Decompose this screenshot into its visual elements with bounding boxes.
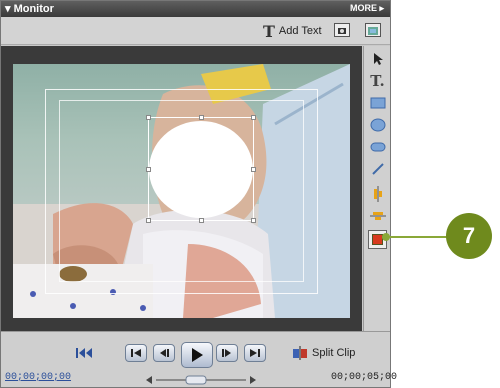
title-bar: ▾ Monitor MORE ▸ xyxy=(1,1,390,17)
duration-timecode: 00;00;05;00 xyxy=(331,372,398,383)
panel-title-text: Monitor xyxy=(13,3,54,15)
resize-handle[interactable] xyxy=(146,218,151,223)
step-forward-button[interactable] xyxy=(244,344,266,362)
more-label: MORE xyxy=(349,3,377,13)
go-to-start-button[interactable] xyxy=(75,346,93,364)
resize-handle[interactable] xyxy=(199,218,204,223)
callout-pointer-line xyxy=(386,236,452,238)
resize-handle[interactable] xyxy=(251,218,256,223)
resize-handle[interactable] xyxy=(251,167,256,172)
text-icon: T xyxy=(263,21,275,41)
title-tools-bar: T. xyxy=(363,46,390,331)
shuttle-slider[interactable] xyxy=(146,372,256,385)
more-menu-button[interactable]: MORE ▸ xyxy=(350,3,384,14)
text-tool-icon[interactable]: T. xyxy=(368,71,387,90)
snapshot-icon[interactable] xyxy=(334,23,350,37)
play-button[interactable] xyxy=(181,342,213,368)
selection-bounding-box[interactable] xyxy=(146,115,256,223)
add-text-label: Add Text xyxy=(278,25,322,37)
resize-handle[interactable] xyxy=(199,115,204,120)
monitor-stage xyxy=(1,46,362,331)
split-clip-icon xyxy=(293,346,307,360)
resize-handle[interactable] xyxy=(146,167,151,172)
split-clip-label: Split Clip xyxy=(312,347,356,359)
rectangle-icon[interactable] xyxy=(368,93,387,112)
safe-margin-icon[interactable] xyxy=(365,23,381,37)
monitor-panel: ▾ Monitor MORE ▸ T Add Text T. Split Cli… xyxy=(0,0,397,388)
current-timecode[interactable]: 00;00;00;00 xyxy=(5,372,71,383)
align-vertical-icon[interactable] xyxy=(368,184,387,203)
step-back-button[interactable] xyxy=(125,344,147,362)
split-clip-button[interactable]: Split Clip xyxy=(292,346,355,360)
step-callout-badge: 7 xyxy=(446,213,492,259)
selection-arrow-icon[interactable] xyxy=(368,49,387,68)
align-horizontal-icon[interactable] xyxy=(368,206,387,225)
line-icon[interactable] xyxy=(368,159,387,178)
ellipse-icon[interactable] xyxy=(368,115,387,134)
panel-title: ▾ Monitor xyxy=(5,3,54,15)
add-text-button[interactable]: T Add Text xyxy=(263,21,322,41)
resize-handle[interactable] xyxy=(251,115,256,120)
frame-forward-button[interactable] xyxy=(216,344,238,362)
video-preview[interactable] xyxy=(13,64,350,318)
frame-back-button[interactable] xyxy=(153,344,175,362)
rounded-rectangle-icon[interactable] xyxy=(368,137,387,156)
monitor-toolbar: T Add Text xyxy=(1,17,390,45)
resize-handle[interactable] xyxy=(146,115,151,120)
transport-controls: Split Clip 00;00;00;00 00;00;05;00 xyxy=(1,331,397,387)
